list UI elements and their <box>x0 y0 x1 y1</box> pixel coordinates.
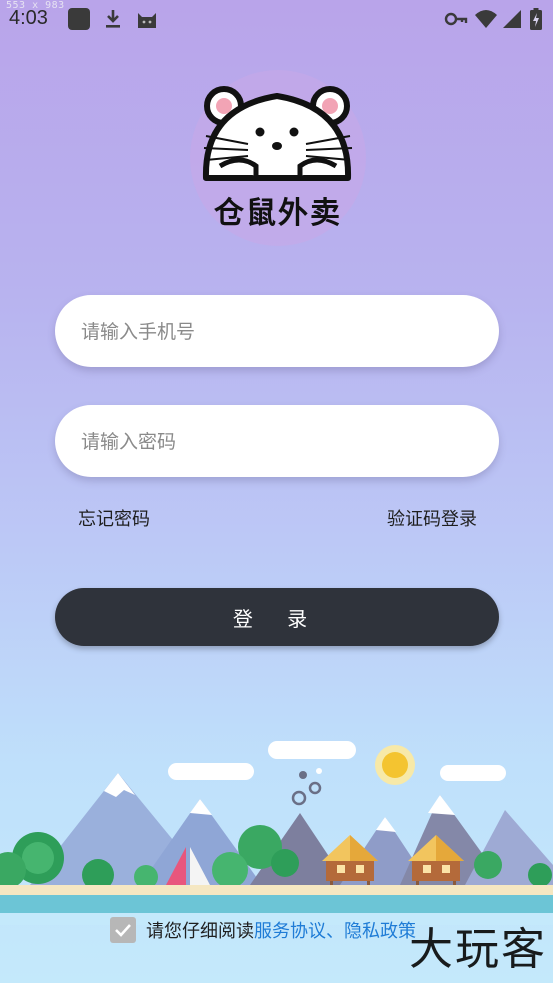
vpn-key-icon <box>444 8 468 30</box>
privacy-policy-link[interactable]: 隐私政策 <box>344 917 416 943</box>
signal-icon <box>502 8 522 30</box>
login-button[interactable]: 登 录 <box>55 588 499 646</box>
logo-text: 仓鼠外卖 <box>214 196 342 231</box>
status-bar: 4:03 <box>0 0 553 38</box>
app-logo: 仓鼠外卖 <box>190 70 366 246</box>
app-square-icon <box>68 8 90 30</box>
agreement-separator: 、 <box>326 921 344 942</box>
service-agreement-link[interactable]: 服务协议 <box>254 917 326 943</box>
forgot-password-link[interactable]: 忘记密码 <box>78 505 150 531</box>
check-icon <box>115 924 131 937</box>
wifi-icon <box>474 8 498 30</box>
password-input[interactable] <box>79 405 479 479</box>
status-time: 4:03 <box>9 7 48 29</box>
battery-icon <box>530 8 542 30</box>
phone-field-container <box>55 295 499 369</box>
phone-input[interactable] <box>79 295 479 369</box>
landscape-illustration <box>0 741 553 925</box>
agreement-prefix: 请您仔细阅读 <box>146 921 254 942</box>
download-icon <box>103 8 123 30</box>
watermark: 大玩客 <box>409 924 547 975</box>
sms-login-link[interactable]: 验证码登录 <box>387 505 477 531</box>
cat-icon <box>136 8 158 30</box>
agreement-checkbox[interactable] <box>110 917 136 943</box>
password-field-container <box>55 405 499 479</box>
agreement-row: 请您仔细阅读 服务协议 、 隐私政策 <box>110 915 416 945</box>
